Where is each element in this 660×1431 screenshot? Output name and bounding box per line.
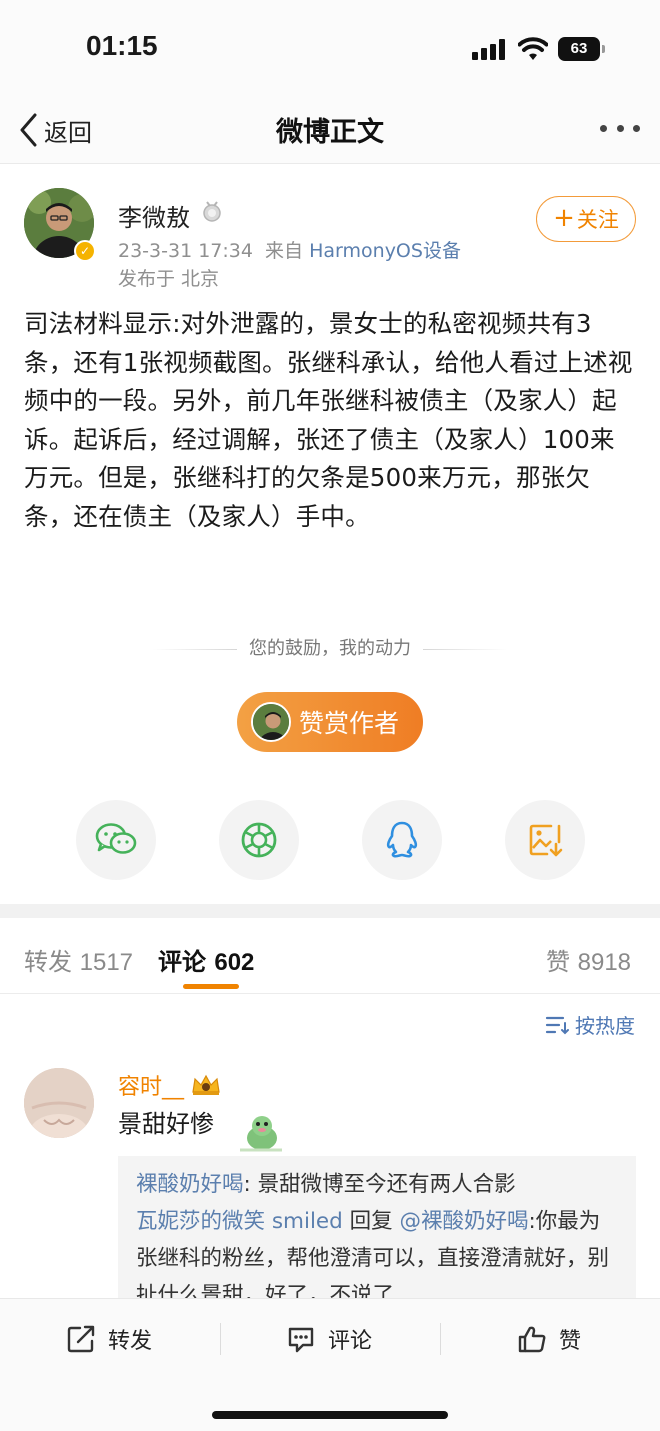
follow-label: 关注 bbox=[576, 208, 619, 232]
separator bbox=[220, 1323, 221, 1355]
dot-icon bbox=[600, 124, 607, 132]
tab-comments-count: 602 bbox=[214, 949, 255, 976]
reply-connector: 回复 bbox=[342, 1209, 400, 1234]
more-options-button[interactable] bbox=[600, 118, 640, 138]
engagement-tabs: 转发 1517 评论 602 赞 8918 bbox=[0, 918, 660, 994]
share-qq-button[interactable] bbox=[362, 800, 442, 880]
reply-thread[interactable]: 裸酸奶好喝: 景甜微博至今还有两人合影 瓦妮莎的微笑 smiled 回复 @裸酸… bbox=[118, 1156, 636, 1306]
status-bar: 01:15 63 bbox=[0, 0, 660, 96]
author-header: ✓ 李微敖 23-3-31 17:34 来自 HarmonyOS设备 发布于 北… bbox=[0, 164, 660, 294]
post-via-label: 来自 bbox=[265, 240, 304, 262]
tab-likes-count: 8918 bbox=[577, 949, 632, 976]
tab-comments[interactable]: 评论 602 bbox=[158, 942, 254, 977]
share-row bbox=[0, 800, 660, 886]
post-meta: 23-3-31 17:34 来自 HarmonyOS设备 bbox=[118, 236, 461, 263]
tab-likes[interactable]: 赞 8918 bbox=[546, 942, 631, 977]
wechat-icon bbox=[95, 823, 137, 854]
commenter-avatar[interactable] bbox=[24, 1068, 94, 1138]
post-time: 23-3-31 17:34 bbox=[118, 240, 253, 262]
commenter-name-label: 容时__ bbox=[118, 1075, 185, 1100]
reward-author-button[interactable]: 赞赏作者 bbox=[237, 692, 423, 752]
page-title: 微博正文 bbox=[276, 117, 384, 148]
status-time: 01:15 bbox=[86, 30, 158, 61]
thumbs-up-icon bbox=[518, 1326, 546, 1353]
medal-icon bbox=[203, 201, 221, 222]
reply-mention[interactable]: @裸酸奶好喝 bbox=[399, 1209, 528, 1234]
repost-icon bbox=[67, 1325, 95, 1353]
author-name[interactable]: 李微敖 bbox=[118, 198, 190, 233]
follow-button[interactable]: + 关注 bbox=[536, 196, 636, 242]
avatar-image bbox=[253, 704, 289, 740]
wifi-icon bbox=[518, 37, 548, 60]
sort-button[interactable]: 按热度 bbox=[545, 1010, 635, 1039]
dot-icon bbox=[616, 124, 624, 132]
reply-text: : 景甜微博至今还有两人合影 bbox=[243, 1172, 516, 1197]
bottom-action-bar: 转发 评论 赞 bbox=[0, 1298, 660, 1431]
reply-item: 裸酸奶好喝: 景甜微博至今还有两人合影 bbox=[136, 1166, 618, 1203]
section-divider bbox=[0, 904, 660, 918]
crown-badge-icon bbox=[192, 1074, 220, 1095]
dot-icon bbox=[633, 124, 640, 132]
sticker-icon bbox=[240, 1116, 282, 1152]
reply-item: 瓦妮莎的微笑 smiled 回复 @裸酸奶好喝:你最为张继科的粉丝，帮他澄清可以… bbox=[136, 1203, 618, 1306]
tab-likes-label: 赞 bbox=[546, 948, 570, 976]
save-image-icon bbox=[529, 824, 563, 857]
comment-button[interactable]: 评论 bbox=[286, 1319, 372, 1359]
repost-button[interactable]: 转发 bbox=[66, 1319, 152, 1359]
sort-label: 按热度 bbox=[575, 1014, 635, 1038]
commenter-name[interactable]: 容时__ bbox=[118, 1069, 222, 1101]
reward-avatar bbox=[251, 702, 291, 742]
tab-reposts-count: 1517 bbox=[79, 949, 134, 976]
plus-icon: + bbox=[553, 203, 575, 233]
share-wechat-button[interactable] bbox=[76, 800, 156, 880]
repost-label: 转发 bbox=[108, 1329, 153, 1354]
tab-comments-label: 评论 bbox=[158, 948, 206, 976]
like-label: 赞 bbox=[559, 1329, 582, 1354]
like-button[interactable]: 赞 bbox=[517, 1319, 581, 1359]
divider-line bbox=[423, 648, 507, 650]
reward-caption-text: 您的鼓励，我的动力 bbox=[249, 638, 411, 659]
reward-button-label: 赞赏作者 bbox=[299, 709, 400, 738]
active-tab-indicator bbox=[183, 984, 239, 989]
reply-user[interactable]: 瓦妮莎的微笑 smiled bbox=[136, 1209, 343, 1234]
verified-badge-icon: ✓ bbox=[74, 240, 96, 262]
comment-text: 景甜好惨 bbox=[118, 1110, 214, 1138]
comment-label: 评论 bbox=[328, 1329, 373, 1354]
post-location: 发布于 北京 bbox=[118, 268, 220, 290]
home-indicator[interactable] bbox=[212, 1411, 448, 1419]
avatar-image bbox=[24, 1068, 94, 1138]
share-moments-button[interactable] bbox=[219, 800, 299, 880]
nav-bar: 返回 微博正文 bbox=[0, 96, 660, 164]
battery-tip bbox=[602, 45, 605, 53]
separator bbox=[440, 1323, 441, 1355]
divider-line bbox=[153, 648, 237, 650]
qq-icon bbox=[386, 821, 418, 858]
cellular-signal-icon bbox=[472, 38, 508, 60]
reward-caption: 您的鼓励，我的动力 bbox=[0, 634, 660, 660]
sort-icon bbox=[545, 1016, 569, 1034]
save-image-button[interactable] bbox=[505, 800, 585, 880]
reply-user[interactable]: 裸酸奶好喝 bbox=[136, 1172, 244, 1197]
battery-indicator: 63 bbox=[558, 37, 600, 61]
post-body: 司法材料显示:对外泄露的，景女士的私密视频共有3条，还有1张视频截图。张继科承认… bbox=[24, 309, 633, 531]
comment-icon bbox=[288, 1327, 314, 1353]
moments-icon bbox=[241, 822, 277, 858]
tab-reposts-label: 转发 bbox=[24, 948, 72, 976]
tab-reposts[interactable]: 转发 1517 bbox=[24, 942, 133, 977]
post-device-link[interactable]: HarmonyOS设备 bbox=[309, 240, 461, 262]
